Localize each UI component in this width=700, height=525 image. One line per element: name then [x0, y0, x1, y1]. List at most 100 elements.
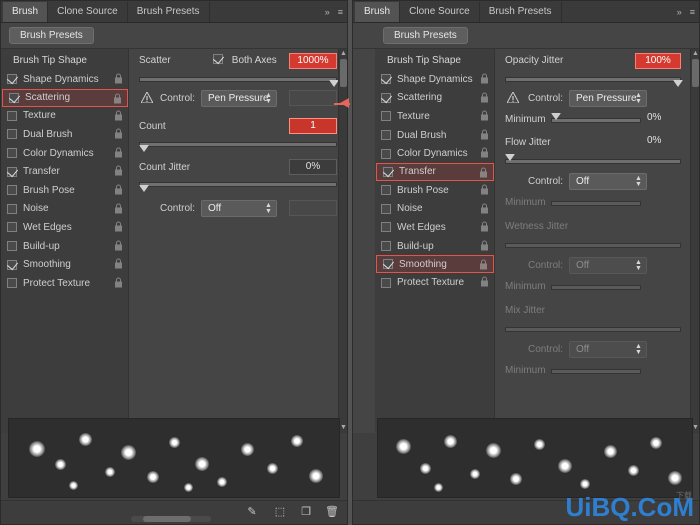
- flow-jitter-slider-track[interactable]: [505, 159, 681, 164]
- expand-icon-left[interactable]: »: [321, 2, 334, 22]
- delete-brush-icon[interactable]: 🗑: [325, 505, 339, 519]
- tab-brush-left[interactable]: Brush: [3, 2, 49, 22]
- checkbox-icon[interactable]: [381, 277, 391, 288]
- checkbox-icon[interactable]: [381, 203, 391, 214]
- count-jitter-value-field[interactable]: 0%: [289, 159, 337, 175]
- checkbox-icon[interactable]: [7, 203, 17, 214]
- checkbox-icon[interactable]: [381, 241, 391, 252]
- list-item-noise-left[interactable]: Noise: [1, 200, 128, 219]
- checkbox-icon[interactable]: [7, 129, 17, 140]
- opacity-jitter-slider-track[interactable]: [505, 77, 681, 82]
- lock-icon[interactable]: [114, 147, 123, 158]
- list-item-smoothing-right[interactable]: Smoothing: [376, 255, 494, 274]
- lock-icon[interactable]: [480, 92, 489, 103]
- control-select-pen-pressure[interactable]: Pen Pressure ▲ ▼: [201, 90, 277, 107]
- checkbox-icon[interactable]: [7, 241, 17, 252]
- tab-clone-source-right[interactable]: Clone Source: [400, 2, 480, 22]
- list-item-noise-right[interactable]: Noise: [375, 200, 494, 219]
- checkbox-icon[interactable]: [383, 259, 393, 270]
- scroll-thumb[interactable]: [143, 516, 191, 522]
- scroll-down-arrow-icon[interactable]: ▼: [692, 424, 699, 432]
- checkbox-icon[interactable]: [7, 222, 17, 233]
- lock-icon[interactable]: [114, 165, 123, 176]
- list-item-dual-brush-right[interactable]: Dual Brush: [375, 126, 494, 145]
- checkbox-icon[interactable]: [7, 185, 17, 196]
- lock-icon[interactable]: [114, 184, 123, 195]
- lock-icon[interactable]: [114, 110, 123, 121]
- list-item-transfer-right[interactable]: Transfer: [376, 162, 494, 181]
- lock-icon[interactable]: [480, 276, 489, 287]
- list-item-wet-edges-right[interactable]: Wet Edges: [375, 218, 494, 237]
- lock-icon[interactable]: [480, 240, 489, 251]
- flow-control-select[interactable]: Off ▲ ▼: [569, 173, 647, 190]
- list-item-build-up-right[interactable]: Build-up: [375, 237, 494, 256]
- checkbox-icon[interactable]: [7, 166, 17, 177]
- opacity-jitter-slider-thumb[interactable]: [673, 80, 683, 87]
- checkbox-icon[interactable]: [381, 222, 391, 233]
- panel-menu-icon-left[interactable]: ≡: [334, 2, 347, 22]
- lock-icon[interactable]: [114, 128, 123, 139]
- new-brush-icon[interactable]: ❐: [299, 505, 313, 519]
- list-header-brush-tip-shape-right[interactable]: Brush Tip Shape: [375, 51, 494, 70]
- expand-icon-right[interactable]: »: [673, 2, 686, 22]
- lock-icon[interactable]: [114, 73, 123, 84]
- lock-icon[interactable]: [480, 129, 489, 140]
- lock-icon[interactable]: [480, 110, 489, 121]
- options-scrollbar-right[interactable]: ▲ ▼: [690, 49, 699, 433]
- list-item-texture-right[interactable]: Texture: [375, 107, 494, 126]
- brush-tool-icon[interactable]: ✎: [245, 505, 259, 519]
- count-value-field[interactable]: 1: [289, 118, 337, 134]
- list-header-brush-tip-shape-left[interactable]: Brush Tip Shape: [1, 51, 128, 70]
- stepper-arrows-icon[interactable]: ▲ ▼: [264, 92, 273, 105]
- tab-brush-presets-right[interactable]: Brush Presets: [479, 2, 562, 22]
- list-item-scattering-left[interactable]: Scattering: [2, 88, 128, 107]
- scroll-up-arrow-icon[interactable]: ▲: [692, 50, 699, 58]
- checkbox-icon[interactable]: [381, 74, 391, 85]
- footer-scrollbar-left[interactable]: [131, 516, 211, 522]
- scatter-value-field[interactable]: 1000%: [289, 53, 337, 69]
- list-item-brush-pose-right[interactable]: Brush Pose: [375, 181, 494, 200]
- tab-brush-presets-left[interactable]: Brush Presets: [127, 2, 210, 22]
- checkbox-icon[interactable]: [213, 54, 223, 64]
- checkbox-icon[interactable]: [7, 148, 17, 159]
- new-document-icon[interactable]: ⬚: [273, 505, 287, 519]
- list-item-color-dynamics-right[interactable]: Color Dynamics: [375, 144, 494, 163]
- checkbox-icon[interactable]: [381, 148, 391, 159]
- list-item-smoothing-left[interactable]: Smoothing: [1, 255, 128, 274]
- stepper-arrows-icon[interactable]: ▲ ▼: [264, 202, 273, 215]
- list-item-protect-texture-right[interactable]: Protect Texture: [375, 273, 494, 292]
- list-item-color-dynamics-left[interactable]: Color Dynamics: [1, 144, 128, 163]
- list-item-build-up-left[interactable]: Build-up: [1, 237, 128, 256]
- brush-presets-button-right[interactable]: Brush Presets: [383, 27, 468, 44]
- checkbox-icon[interactable]: [381, 92, 391, 103]
- lock-icon[interactable]: [114, 240, 123, 251]
- lock-icon[interactable]: [480, 184, 489, 195]
- list-item-dual-brush-left[interactable]: Dual Brush: [1, 125, 128, 144]
- checkbox-icon[interactable]: [381, 111, 391, 122]
- scatter-slider-track[interactable]: [139, 77, 337, 82]
- list-item-brush-pose-left[interactable]: Brush Pose: [1, 181, 128, 200]
- lock-icon[interactable]: [114, 221, 123, 232]
- lock-icon[interactable]: [114, 277, 123, 288]
- scroll-up-arrow-icon[interactable]: ▲: [340, 50, 347, 58]
- count-slider-thumb[interactable]: [139, 145, 149, 152]
- stepper-arrows-icon[interactable]: ▲ ▼: [634, 92, 643, 105]
- list-item-shape-dynamics-left[interactable]: Shape Dynamics: [1, 70, 128, 89]
- flow-jitter-slider-thumb[interactable]: [505, 154, 515, 161]
- list-item-texture-left[interactable]: Texture: [1, 107, 128, 126]
- checkbox-icon[interactable]: [7, 278, 17, 289]
- opacity-jitter-value-field[interactable]: 100%: [635, 53, 681, 69]
- lock-icon[interactable]: [480, 221, 489, 232]
- lock-icon[interactable]: [480, 73, 489, 84]
- opacity-minimum-slider-thumb[interactable]: [551, 113, 561, 120]
- checkbox-icon[interactable]: [381, 130, 391, 141]
- opacity-control-select[interactable]: Pen Pressure ▲ ▼: [569, 90, 647, 107]
- list-item-protect-texture-left[interactable]: Protect Texture: [1, 274, 128, 293]
- list-item-transfer-left[interactable]: Transfer: [1, 162, 128, 181]
- list-item-scattering-right[interactable]: Scattering: [375, 89, 494, 108]
- brush-presets-button-left[interactable]: Brush Presets: [9, 27, 94, 44]
- tab-clone-source-left[interactable]: Clone Source: [48, 2, 128, 22]
- lock-icon[interactable]: [113, 93, 122, 104]
- opacity-minimum-slider-track[interactable]: [551, 118, 641, 123]
- scroll-thumb[interactable]: [340, 59, 347, 87]
